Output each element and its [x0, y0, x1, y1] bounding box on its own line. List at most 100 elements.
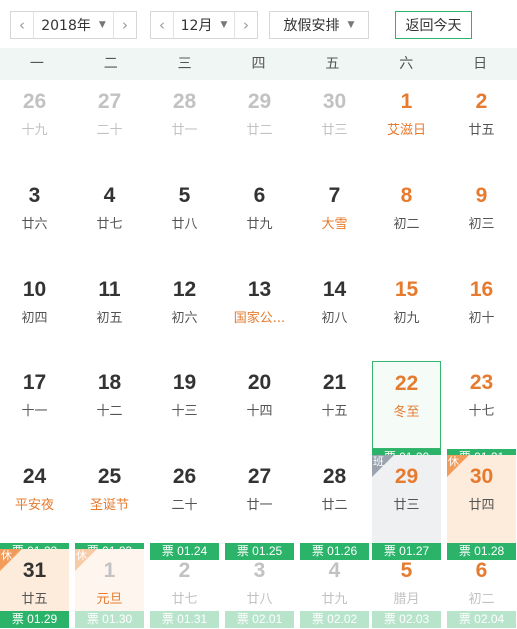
chevron-left-icon: ‹	[19, 16, 25, 34]
day-cell[interactable]: 19 十三	[150, 361, 219, 449]
ticket-presale-label[interactable]: 票 02.02	[300, 611, 369, 628]
lunar-date: 初二	[393, 217, 420, 232]
next-month-button[interactable]: ›	[235, 12, 257, 38]
day-number: 2	[178, 559, 191, 582]
lunar-date: 廿三	[393, 498, 420, 513]
day-cell[interactable]: 休 1 元旦	[75, 549, 144, 611]
ticket-presale-label[interactable]: 票 02.04	[447, 611, 516, 628]
weekday-label: 三	[177, 56, 192, 72]
day-cell[interactable]: 25 圣诞节	[75, 455, 144, 543]
day-cell[interactable]: 4 廿七	[75, 174, 144, 262]
day-cell[interactable]: 3 廿八	[225, 549, 294, 611]
day-number: 15	[394, 278, 419, 301]
day-cell[interactable]: 24 平安夜	[0, 455, 69, 543]
day-cell[interactable]: 20 十四	[225, 361, 294, 449]
lunar-date: 初四	[21, 311, 48, 326]
day-cell[interactable]: 2 廿五	[447, 80, 516, 168]
lunar-date: 十七	[468, 404, 495, 419]
lunar-date: 廿二	[321, 498, 348, 513]
day-number: 20	[247, 371, 272, 394]
day-cell[interactable]: 21 十五	[300, 361, 369, 449]
next-year-button[interactable]: ›	[114, 12, 136, 38]
day-number: 26	[172, 465, 197, 488]
day-cell[interactable]: 29 廿二	[225, 80, 294, 168]
lunar-date: 十五	[321, 404, 348, 419]
day-cell[interactable]: 1 艾滋日	[372, 80, 441, 168]
lunar-date: 艾滋日	[386, 123, 426, 138]
day-cell[interactable]: 14 初八	[300, 268, 369, 356]
lunar-date: 廿一	[246, 498, 273, 513]
lunar-date: 廿七	[96, 217, 123, 232]
weekday-label: 五	[325, 56, 340, 72]
day-cell[interactable]: 12 初六	[150, 268, 219, 356]
day-number: 11	[98, 278, 121, 301]
day-cell[interactable]: 28 廿二	[300, 455, 369, 543]
year-dropdown[interactable]: 2018年 ▼	[33, 12, 114, 38]
day-number: 29	[394, 465, 419, 488]
day-number: 17	[22, 371, 47, 394]
day-number: 28	[322, 465, 347, 488]
ticket-presale-label[interactable]: 票 01.31	[150, 611, 219, 628]
day-cell[interactable]: 休 31 廿五	[0, 549, 69, 611]
month-dropdown[interactable]: 12月 ▼	[173, 12, 235, 38]
day-cell[interactable]: 16 初十	[447, 268, 516, 356]
prev-month-button[interactable]: ‹	[151, 12, 173, 38]
day-cell[interactable]: 3 廿六	[0, 174, 69, 262]
lunar-date: 初六	[171, 311, 198, 326]
day-number: 16	[469, 278, 494, 301]
day-number: 2	[475, 90, 488, 113]
day-number: 6	[253, 184, 266, 207]
day-number: 5	[178, 184, 191, 207]
day-number: 31	[22, 559, 47, 582]
day-number: 30	[322, 90, 347, 113]
day-cell[interactable]: 10 初四	[0, 268, 69, 356]
lunar-date: 平安夜	[14, 498, 54, 513]
day-cell[interactable]: 27 二十	[75, 80, 144, 168]
ticket-presale-label[interactable]: 票 02.01	[225, 611, 294, 628]
day-cell[interactable]: 6 廿九	[225, 174, 294, 262]
day-cell[interactable]: 30 廿三	[300, 80, 369, 168]
day-cell[interactable]: 23 十七	[447, 361, 516, 449]
day-cell[interactable]: 5 廿八	[150, 174, 219, 262]
lunar-date: 初三	[468, 217, 495, 232]
holiday-dropdown-label: 放假安排	[283, 18, 340, 34]
ticket-presale-label[interactable]: 票 01.29	[0, 611, 69, 628]
day-cell[interactable]: 28 廿一	[150, 80, 219, 168]
day-cell[interactable]: 8 初二	[372, 174, 441, 262]
day-number: 14	[322, 278, 347, 301]
day-cell[interactable]: 22 冬至	[372, 361, 441, 449]
day-cell[interactable]: 13 国家公...	[225, 268, 294, 356]
day-cell[interactable]: 26 二十	[150, 455, 219, 543]
day-cell[interactable]: 5 腊月	[372, 549, 441, 611]
lunar-date: 初十	[468, 311, 495, 326]
day-cell[interactable]: 26 十九	[0, 80, 69, 168]
day-cell[interactable]: 休 30 廿四	[447, 455, 516, 543]
caret-down-icon: ▼	[347, 20, 355, 30]
day-cell[interactable]: 班 29 廿三	[372, 455, 441, 543]
day-number: 27	[247, 465, 272, 488]
day-cell[interactable]: 18 十二	[75, 361, 144, 449]
day-cell[interactable]: 4 廿九	[300, 549, 369, 611]
day-cell[interactable]: 11 初五	[75, 268, 144, 356]
day-cell[interactable]: 6 初二	[447, 549, 516, 611]
weekday-label: 一	[29, 56, 44, 72]
lunar-date: 十二	[96, 404, 123, 419]
day-cell[interactable]: 27 廿一	[225, 455, 294, 543]
weekday-label: 二	[103, 56, 118, 72]
back-to-today-button[interactable]: 返回今天	[395, 11, 472, 39]
day-cell[interactable]: 17 十一	[0, 361, 69, 449]
lunar-date: 十三	[171, 404, 198, 419]
lunar-date: 廿五	[21, 592, 48, 607]
day-cell[interactable]: 15 初九	[372, 268, 441, 356]
day-number: 4	[103, 184, 116, 207]
day-cell[interactable]: 2 廿七	[150, 549, 219, 611]
day-number: 24	[22, 465, 47, 488]
ticket-presale-label[interactable]: 票 02.03	[372, 611, 441, 628]
holiday-dropdown[interactable]: 放假安排 ▼	[269, 11, 369, 39]
chevron-right-icon: ›	[243, 16, 249, 34]
day-cell[interactable]: 7 大雪	[300, 174, 369, 262]
day-number: 3	[253, 559, 266, 582]
ticket-presale-label[interactable]: 票 01.30	[75, 611, 144, 628]
day-cell[interactable]: 9 初三	[447, 174, 516, 262]
prev-year-button[interactable]: ‹	[11, 12, 33, 38]
